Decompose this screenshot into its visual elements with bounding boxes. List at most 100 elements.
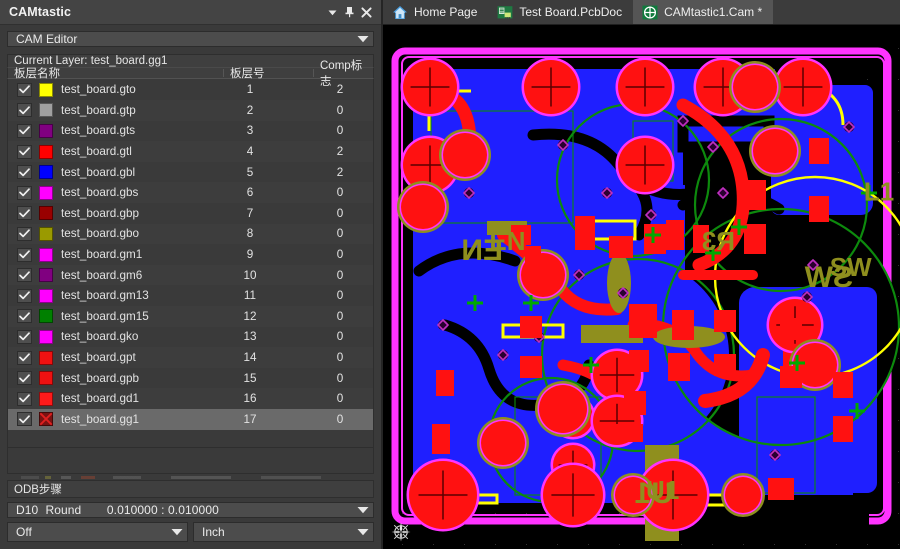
layer-name: test_board.gg1	[61, 412, 139, 426]
layer-color-swatch[interactable]	[39, 82, 53, 97]
chevron-down-icon	[170, 526, 183, 539]
layer-visibility-checkbox[interactable]	[17, 268, 32, 283]
layer-visibility-checkbox[interactable]	[17, 185, 32, 200]
pcb-canvas-container[interactable]: L1SWENU1ENSWR3U1L1	[383, 25, 900, 549]
layer-row[interactable]: test_board.gbl 5 2	[8, 162, 373, 183]
application-window: CAMtastic CAM Editor Current Layer: test…	[0, 0, 900, 549]
current-layer-label: Current Layer: test_board.gg1	[7, 54, 374, 67]
layer-number: 14	[243, 351, 257, 364]
layer-color-swatch[interactable]	[39, 412, 53, 427]
document-area: Home Page Test Board.PcbDoc CAMtastic1.Cam…	[383, 0, 900, 549]
layer-color-swatch[interactable]	[39, 350, 53, 365]
silk-label-mirrored: R3	[702, 226, 735, 256]
layer-comp-flag: 0	[336, 289, 344, 303]
layer-row[interactable]: test_board.gm6 10 0	[8, 264, 373, 286]
layer-number: 2	[246, 103, 254, 117]
layer-comp-flag: 0	[336, 330, 344, 344]
layer-comp-flag: 0	[336, 351, 344, 364]
home-icon	[392, 4, 408, 20]
layer-color-swatch[interactable]	[39, 309, 53, 324]
column-header-name[interactable]: 板层名称	[14, 68, 60, 80]
layer-row[interactable]: test_board.gpb 15 0	[8, 368, 373, 389]
layer-row[interactable]: test_board.gtl 4 2	[8, 141, 373, 162]
layer-number: 3	[246, 124, 254, 138]
layer-color-swatch[interactable]	[39, 371, 53, 386]
layer-row[interactable]: test_board.gpt 14 0	[8, 347, 373, 368]
layer-color-swatch[interactable]	[39, 165, 53, 180]
cam-editor-select[interactable]: CAM Editor	[7, 31, 374, 47]
layer-visibility-checkbox[interactable]	[17, 391, 32, 406]
layer-color-swatch[interactable]	[39, 103, 53, 118]
layer-name: test_board.gpb	[61, 371, 139, 385]
layer-visibility-checkbox[interactable]	[17, 412, 32, 427]
layer-visibility-checkbox[interactable]	[17, 123, 32, 138]
silk-label: L1	[864, 177, 894, 207]
layer-color-swatch[interactable]	[39, 329, 53, 344]
layer-number: 11	[243, 289, 257, 303]
layer-name: test_board.gko	[61, 330, 139, 344]
layer-color-swatch[interactable]	[39, 391, 53, 406]
pcb-canvas[interactable]: L1SWENU1ENSWR3U1L1	[383, 25, 900, 549]
layer-color-swatch[interactable]	[39, 144, 53, 159]
layer-visibility-checkbox[interactable]	[17, 309, 32, 324]
column-header-comp[interactable]: Comp标志	[320, 60, 373, 88]
layer-number: 8	[246, 227, 254, 241]
layer-row[interactable]: test_board.gbo 8 0	[8, 223, 373, 245]
layer-color-swatch[interactable]	[39, 185, 53, 200]
odb-steps-label: ODB步骤	[7, 480, 374, 498]
layer-row[interactable]: test_board.gto 1 2	[8, 79, 373, 100]
layer-name: test_board.gtl	[61, 145, 132, 159]
layer-visibility-checkbox[interactable]	[17, 329, 32, 344]
layer-list[interactable]: test_board.gto 1 2 test_board.gtp 2 0 test_boa…	[7, 79, 374, 449]
layer-row[interactable]: test_board.gbs 6 0	[8, 182, 373, 204]
layer-comp-flag: 0	[336, 227, 344, 241]
layer-row[interactable]: test_board.gd1 16 0	[8, 388, 373, 409]
layer-name: test_board.gbp	[61, 206, 139, 220]
layer-name: test_board.gts	[61, 124, 136, 138]
layer-visibility-checkbox[interactable]	[17, 350, 32, 365]
layer-visibility-checkbox[interactable]	[17, 144, 32, 159]
layer-color-swatch[interactable]	[39, 123, 53, 138]
layer-row[interactable]: test_board.gts 3 0	[8, 121, 373, 142]
tab-test-board-pcbdoc[interactable]: Test Board.PcbDoc	[488, 0, 633, 24]
layer-visibility-checkbox[interactable]	[17, 247, 32, 262]
layer-row[interactable]: test_board.gko 13 0	[8, 327, 373, 348]
layer-number: 16	[243, 392, 257, 406]
layer-visibility-checkbox[interactable]	[17, 165, 32, 180]
layer-color-swatch[interactable]	[39, 226, 53, 241]
tab-home-page[interactable]: Home Page	[383, 0, 488, 24]
dcode-select[interactable]: D10 Round 0.010000 : 0.010000	[7, 502, 374, 518]
layer-color-swatch[interactable]	[39, 206, 53, 221]
layer-row[interactable]: test_board.gm15 12 0	[8, 306, 373, 327]
layer-color-swatch[interactable]	[39, 247, 53, 262]
layer-name: test_board.gm13	[61, 289, 149, 303]
layer-row[interactable]: test_board.gm13 11 0	[8, 285, 373, 306]
layer-comp-flag: 2	[336, 83, 344, 97]
layer-color-swatch[interactable]	[39, 268, 53, 283]
column-header-number[interactable]: 板层号	[230, 68, 265, 80]
layer-name: test_board.gm1	[61, 248, 143, 262]
layer-visibility-checkbox[interactable]	[17, 103, 32, 118]
close-icon[interactable]	[358, 3, 375, 21]
layer-visibility-checkbox[interactable]	[17, 226, 32, 241]
layer-visibility-checkbox[interactable]	[17, 206, 32, 221]
layer-name: test_board.gbs	[61, 186, 139, 200]
layer-row[interactable]: test_board.gm1 9 0	[8, 244, 373, 265]
panel-splitter[interactable]	[7, 475, 374, 479]
units-select[interactable]: Inch	[193, 522, 374, 542]
layer-name: test_board.gpt	[61, 351, 136, 364]
dropdown-icon[interactable]	[324, 3, 341, 21]
layer-visibility-checkbox[interactable]	[17, 82, 32, 97]
units-value: Inch	[202, 525, 225, 539]
layer-row[interactable]: test_board.gtp 2 0	[8, 100, 373, 121]
tab-camtastic1-cam[interactable]: CAMtastic1.Cam *	[633, 0, 774, 24]
pin-icon[interactable]	[341, 3, 358, 21]
layer-row[interactable]: test_board.gbp 7 0	[8, 203, 373, 224]
layer-color-swatch[interactable]	[39, 288, 53, 303]
layer-visibility-checkbox[interactable]	[17, 371, 32, 386]
layer-visibility-checkbox[interactable]	[17, 288, 32, 303]
camtastic-icon	[642, 4, 658, 20]
layer-comp-flag: 0	[336, 268, 344, 282]
mode-select[interactable]: Off	[7, 522, 188, 542]
layer-row[interactable]: test_board.gg1 17 0	[8, 408, 373, 430]
